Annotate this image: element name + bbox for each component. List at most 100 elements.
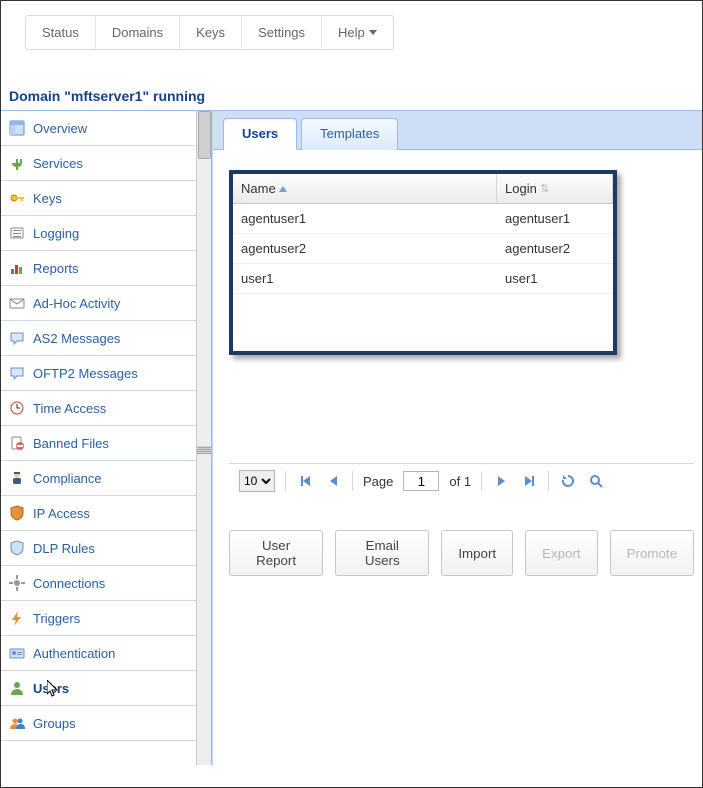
cell-login: agentuser2	[497, 234, 613, 263]
shieldip-icon	[9, 505, 25, 521]
topnav-item-help[interactable]: Help	[322, 16, 393, 49]
page-number-input[interactable]	[403, 471, 439, 491]
sidebar-item-time-access[interactable]: Time Access	[1, 391, 196, 426]
sidebar-item-users[interactable]: Users	[1, 671, 196, 706]
sidebar-item-keys[interactable]: Keys	[1, 181, 196, 216]
plug-icon	[9, 155, 25, 171]
content-panel: UsersTemplates Name Login ⇅ agentuser1ag…	[212, 111, 702, 765]
last-page-icon	[525, 476, 532, 486]
cell-name: user1	[233, 264, 497, 293]
officer-icon	[9, 470, 25, 486]
sidebar-item-ad-hoc-activity[interactable]: Ad-Hoc Activity	[1, 286, 196, 321]
sidebar-item-label: Compliance	[33, 471, 102, 486]
divider	[548, 471, 549, 491]
sidebar-item-dlp-rules[interactable]: DLP Rules	[1, 531, 196, 566]
column-header-login[interactable]: Login ⇅	[497, 174, 613, 203]
topnav-item-label: Status	[42, 25, 79, 40]
sidebar-item-services[interactable]: Services	[1, 146, 196, 181]
action-button-bar: User Report Email Users Import Export Pr…	[229, 530, 694, 576]
bolt-icon	[9, 610, 25, 626]
top-menu: Status Domains Keys Settings Help	[25, 15, 394, 50]
sidebar-item-oftp2-messages[interactable]: OFTP2 Messages	[1, 356, 196, 391]
sidebar-item-connections[interactable]: Connections	[1, 566, 196, 601]
last-page-button[interactable]	[520, 472, 538, 490]
tab-templates[interactable]: Templates	[301, 118, 398, 150]
sidebar-scrollbar[interactable]	[196, 111, 211, 765]
bubble-icon	[9, 365, 25, 381]
pager-toolbar: 10 Page of 1	[229, 463, 694, 498]
cell-login: agentuser1	[497, 204, 613, 233]
page-size-select[interactable]: 10	[239, 470, 275, 492]
shield-icon	[9, 540, 25, 556]
sidebar-item-as2-messages[interactable]: AS2 Messages	[1, 321, 196, 356]
workspace: Overview Services Keys Logging Reports Ad-Hoc…	[1, 110, 702, 765]
promote-button[interactable]: Promote	[610, 530, 694, 576]
search-button[interactable]	[587, 472, 605, 490]
email-users-button[interactable]: Email Users	[335, 530, 429, 576]
mail-icon	[9, 295, 25, 311]
domain-status-title: Domain "mftserver1" running	[9, 88, 702, 104]
sidebar-item-logging[interactable]: Logging	[1, 216, 196, 251]
column-header-label: Login	[505, 181, 537, 196]
export-button[interactable]: Export	[525, 530, 598, 576]
column-header-name[interactable]: Name	[233, 174, 497, 203]
divider	[352, 471, 353, 491]
sidebar-item-authentication[interactable]: Authentication	[1, 636, 196, 671]
sidebar-item-ip-access[interactable]: IP Access	[1, 496, 196, 531]
sidebar-item-label: AS2 Messages	[33, 331, 120, 346]
users-icon	[9, 715, 25, 731]
cell-name: agentuser2	[233, 234, 497, 263]
sort-asc-icon	[279, 186, 287, 192]
topnav-item-settings[interactable]: Settings	[242, 16, 322, 49]
sort-none-icon: ⇅	[540, 182, 549, 195]
refresh-icon	[560, 473, 576, 489]
authcard-icon	[9, 645, 25, 661]
table-row[interactable]: user1user1	[233, 264, 613, 294]
sidebar: Overview Services Keys Logging Reports Ad-Hoc…	[1, 111, 196, 765]
divider	[285, 471, 286, 491]
topnav-item-label: Settings	[258, 25, 305, 40]
key-icon	[9, 190, 25, 206]
sidebar-item-overview[interactable]: Overview	[1, 111, 196, 146]
first-page-icon	[303, 476, 310, 486]
cog-icon	[9, 575, 25, 591]
sidebar-item-label: IP Access	[33, 506, 90, 521]
import-button[interactable]: Import	[441, 530, 513, 576]
topnav-item-domains[interactable]: Domains	[96, 16, 180, 49]
sidebar-item-triggers[interactable]: Triggers	[1, 601, 196, 636]
bubble-icon	[9, 330, 25, 346]
sidebar-item-label: Overview	[33, 121, 87, 136]
topnav-item-status[interactable]: Status	[26, 16, 96, 49]
sidebar-item-label: Services	[33, 156, 83, 171]
sidebar-item-label: DLP Rules	[33, 541, 95, 556]
tab-body-users: Name Login ⇅ agentuser1agentuser1agentus…	[213, 150, 702, 765]
sidebar-item-label: Logging	[33, 226, 79, 241]
dropdown-caret-icon	[369, 30, 377, 35]
sidebar-item-label: Banned Files	[33, 436, 109, 451]
sidebar-item-label: OFTP2 Messages	[33, 366, 138, 381]
first-page-button[interactable]	[296, 472, 314, 490]
layout-icon	[9, 120, 25, 136]
table-row[interactable]: agentuser1agentuser1	[233, 204, 613, 234]
magnify-icon	[588, 473, 604, 489]
sidebar-item-label: Keys	[33, 191, 62, 206]
sidebar-item-banned-files[interactable]: Banned Files	[1, 426, 196, 461]
barchart-icon	[9, 260, 25, 276]
sidebar-item-label: Reports	[33, 261, 79, 276]
topnav-item-label: Domains	[112, 25, 163, 40]
page-of-label: of 1	[449, 474, 471, 489]
topnav-item-keys[interactable]: Keys	[180, 16, 242, 49]
fileblock-icon	[9, 435, 25, 451]
prev-page-button[interactable]	[324, 472, 342, 490]
refresh-button[interactable]	[559, 472, 577, 490]
table-row[interactable]: agentuser2agentuser2	[233, 234, 613, 264]
tab-users[interactable]: Users	[223, 118, 297, 150]
users-grid: Name Login ⇅ agentuser1agentuser1agentus…	[229, 170, 617, 355]
next-page-button[interactable]	[492, 472, 510, 490]
sidebar-item-reports[interactable]: Reports	[1, 251, 196, 286]
list-icon	[9, 225, 25, 241]
sidebar-item-compliance[interactable]: Compliance	[1, 461, 196, 496]
sidebar-item-groups[interactable]: Groups	[1, 706, 196, 741]
user-report-button[interactable]: User Report	[229, 530, 323, 576]
scrollbar-thumb[interactable]	[198, 111, 211, 159]
